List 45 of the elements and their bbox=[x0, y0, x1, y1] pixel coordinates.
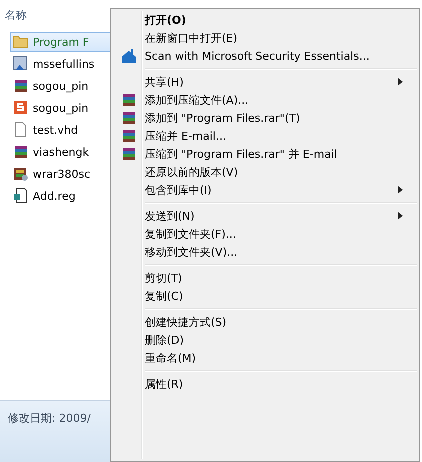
file-icon bbox=[13, 122, 29, 138]
books-icon bbox=[121, 128, 137, 144]
file-item[interactable]: Program F bbox=[10, 32, 110, 52]
column-header[interactable]: 名称 bbox=[0, 0, 110, 26]
menu-item[interactable]: 还原以前的版本(V) bbox=[113, 163, 417, 181]
file-item[interactable]: Add.reg bbox=[10, 186, 110, 206]
menu-item[interactable]: 添加到压缩文件(A)... bbox=[113, 91, 417, 109]
menu-item[interactable]: 创建快捷方式(S) bbox=[113, 313, 417, 331]
books-icon bbox=[13, 144, 29, 160]
menu-item[interactable]: 压缩到 "Program Files.rar" 并 E-mail bbox=[113, 145, 417, 163]
file-item[interactable]: wrar380sc bbox=[10, 164, 110, 184]
submenu-arrow-icon bbox=[398, 78, 403, 86]
file-item[interactable]: sogou_pin bbox=[10, 98, 110, 118]
submenu-arrow-icon bbox=[398, 186, 403, 194]
books-icon bbox=[121, 110, 137, 126]
books-icon bbox=[121, 92, 137, 108]
menu-item[interactable]: 包含到库中(I) bbox=[113, 181, 417, 199]
menu-item[interactable]: 复制到文件夹(F)... bbox=[113, 225, 417, 243]
house-icon bbox=[121, 48, 137, 64]
menu-item[interactable]: 添加到 "Program Files.rar"(T) bbox=[113, 109, 417, 127]
books-icon bbox=[13, 166, 29, 182]
menu-item[interactable]: 剪切(T) bbox=[113, 269, 417, 287]
menu-item[interactable]: 压缩并 E-mail... bbox=[113, 127, 417, 145]
menu-item[interactable]: Scan with Microsoft Security Essentials... bbox=[113, 47, 417, 65]
menu-item[interactable]: 删除(D) bbox=[113, 331, 417, 349]
file-item[interactable]: mssefullins bbox=[10, 54, 110, 74]
submenu-arrow-icon bbox=[398, 212, 403, 220]
sogou-s-icon bbox=[13, 100, 29, 116]
file-item[interactable]: viashengk bbox=[10, 142, 110, 162]
menu-item[interactable]: 发送到(N) bbox=[113, 207, 417, 225]
menu-item[interactable]: 复制(C) bbox=[113, 287, 417, 305]
menu-item[interactable]: 属性(R) bbox=[113, 375, 417, 393]
menu-item[interactable]: 在新窗口中打开(E) bbox=[113, 29, 417, 47]
file-item[interactable]: sogou_pin bbox=[10, 76, 110, 96]
status-text: 修改日期: 2009/ bbox=[0, 400, 110, 462]
menu-item[interactable]: 重命名(M) bbox=[113, 349, 417, 367]
menu-item[interactable]: 打开(O) bbox=[113, 11, 417, 29]
books-icon bbox=[13, 78, 29, 94]
books-icon bbox=[121, 146, 137, 162]
menu-item[interactable]: 移动到文件夹(V)... bbox=[113, 243, 417, 261]
folder-icon bbox=[13, 34, 29, 50]
file-item[interactable]: test.vhd bbox=[10, 120, 110, 140]
registry-file-icon bbox=[13, 188, 29, 204]
installer-icon bbox=[13, 56, 29, 72]
menu-item[interactable]: 共享(H) bbox=[113, 73, 417, 91]
